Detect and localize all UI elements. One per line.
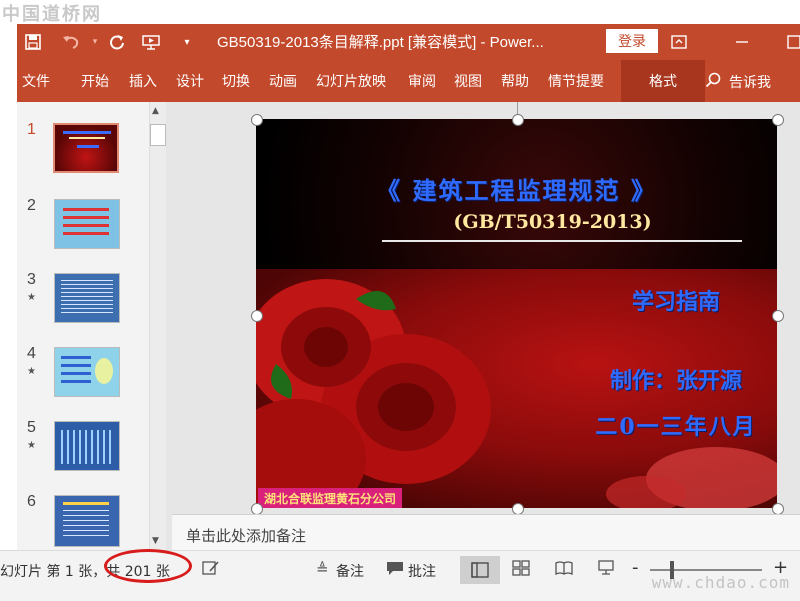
tab-home[interactable]: 开始: [81, 71, 109, 91]
window-title: GB50319-2013条目解释.ppt [兼容模式] - Power...: [217, 34, 544, 51]
tab-animations[interactable]: 动画: [269, 71, 297, 91]
login-button[interactable]: 登录: [606, 29, 658, 53]
resize-handle-right[interactable]: [772, 310, 784, 322]
normal-view-button[interactable]: [460, 556, 500, 584]
scrollbar-thumb[interactable]: [150, 124, 166, 146]
slide-thumbnail-6[interactable]: [54, 495, 120, 547]
tab-slideshow[interactable]: 幻灯片放映: [316, 71, 386, 91]
slide-thumbnail-1[interactable]: [53, 123, 119, 173]
tab-format[interactable]: 格式: [621, 60, 705, 102]
slide-date-text[interactable]: 二0一三年八月: [416, 409, 777, 441]
zoom-out-button[interactable]: -: [632, 557, 639, 578]
slide-author-text[interactable]: 制作：张开源: [416, 363, 777, 395]
resize-handle-left[interactable]: [251, 310, 263, 322]
tab-storyboarding[interactable]: 情节提要: [548, 71, 604, 91]
redo-icon[interactable]: [105, 30, 129, 54]
comments-toggle-button[interactable]: 批注: [408, 561, 436, 581]
undo-dropdown-icon[interactable]: ▾: [83, 30, 107, 54]
scroll-up-icon[interactable]: ▲: [152, 106, 159, 116]
thumbnail-scrollbar[interactable]: [149, 102, 167, 550]
slideshow-start-icon[interactable]: [139, 30, 163, 54]
tab-view[interactable]: 视图: [454, 71, 482, 91]
slide-thumbnail-2[interactable]: [54, 199, 120, 249]
tab-review[interactable]: 审阅: [408, 71, 436, 91]
slide-subtitle[interactable]: (GB/T50319-2013): [292, 211, 777, 233]
slide-number-5: 5: [27, 419, 36, 436]
slide-thumbnail-5[interactable]: [54, 421, 120, 471]
animation-star-icon: ★: [27, 440, 36, 451]
slide-number-3: 3: [27, 271, 36, 288]
current-slide[interactable]: 《 建筑工程监理规范 》 (GB/T50319-2013) 学习指南 制作：张开…: [256, 119, 777, 508]
resize-handle-top-left[interactable]: [251, 114, 263, 126]
maximize-icon[interactable]: [782, 30, 800, 54]
slide-number-4: 4: [27, 345, 36, 362]
slide-sorter-view-icon[interactable]: [512, 560, 530, 580]
animation-star-icon: ★: [27, 292, 36, 303]
tab-file[interactable]: 文件: [22, 71, 50, 91]
customize-qat-icon[interactable]: ▾: [175, 30, 199, 54]
title-bar: ▾ ▾ GB50319-2013条目解释.ppt [兼容模式] - Power.…: [17, 24, 800, 60]
tell-me-input[interactable]: 告诉我: [729, 72, 771, 92]
scroll-down-icon[interactable]: ▼: [152, 536, 159, 546]
slide-thumbnail-3[interactable]: [54, 273, 120, 323]
notes-icon[interactable]: ≜: [316, 560, 329, 578]
save-icon[interactable]: [21, 30, 45, 54]
tab-transitions[interactable]: 切换: [222, 71, 250, 91]
slide-company-label[interactable]: 湖北合联监理黄石分公司: [258, 488, 403, 508]
undo-icon[interactable]: [59, 30, 83, 54]
notes-placeholder[interactable]: 单击此处添加备注: [186, 525, 306, 546]
animation-star-icon: ★: [27, 366, 36, 377]
ribbon-display-options-icon[interactable]: [667, 30, 691, 54]
reading-view-icon[interactable]: [555, 560, 573, 580]
notes-toggle-button[interactable]: 备注: [336, 561, 364, 581]
slide-divider-line: [382, 240, 742, 242]
comment-icon[interactable]: [386, 560, 404, 580]
ribbon-tabs: 文件 开始 插入 设计 切换 动画 幻灯片放映 审阅 视图 帮助 情节提要 格式…: [17, 60, 800, 102]
tab-design[interactable]: 设计: [176, 71, 204, 91]
tab-insert[interactable]: 插入: [129, 71, 157, 91]
slide-title[interactable]: 《 建筑工程监理规范 》: [256, 171, 777, 206]
spelling-check-icon[interactable]: [202, 560, 220, 580]
watermark-top: 中国道桥网: [2, 4, 102, 25]
annotation-circle: [104, 549, 192, 583]
slide-thumbnail-4[interactable]: [54, 347, 120, 397]
slide-guide-text[interactable]: 学习指南: [416, 284, 777, 316]
slide-number-6: 6: [27, 493, 36, 510]
minimize-icon[interactable]: [730, 30, 754, 54]
lightbulb-search-icon[interactable]: [705, 72, 721, 92]
slideshow-view-icon[interactable]: [597, 560, 615, 580]
slide-number-1: 1: [27, 121, 36, 138]
resize-handle-top-right[interactable]: [772, 114, 784, 126]
slide-number-2: 2: [27, 197, 36, 214]
zoom-slider[interactable]: [650, 569, 762, 571]
notes-pane[interactable]: 单击此处添加备注: [172, 514, 800, 551]
resize-handle-top[interactable]: [512, 114, 524, 126]
watermark-bottom: www.chdao.com: [651, 573, 790, 592]
tab-help[interactable]: 帮助: [501, 71, 529, 91]
